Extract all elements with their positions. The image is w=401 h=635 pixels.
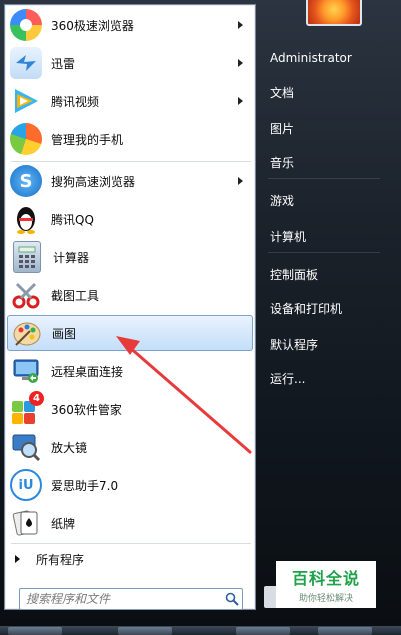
program-item-label: 画图	[52, 326, 77, 341]
taskbar-button[interactable]	[318, 627, 372, 635]
submenu-arrow-icon	[238, 177, 243, 185]
taskbar-button[interactable]	[236, 627, 290, 635]
360-software-manager-icon: 4	[10, 391, 44, 425]
program-item-label: 腾讯视频	[51, 94, 100, 109]
start-menu-programs-panel: 360极速浏览器 迅雷 腾讯视频 管理我的手机 S 搜狗高速浏览器 腾讯QQ 计…	[4, 4, 256, 610]
watermark-logo: 百科全说 助你轻松解决	[276, 561, 376, 608]
program-item-paint[interactable]: 画图	[7, 315, 253, 351]
right-item-documents[interactable]: 文档	[262, 80, 302, 104]
taskbar	[0, 626, 401, 635]
program-item-xunlei[interactable]: 迅雷	[7, 45, 253, 81]
360-browser-icon	[10, 9, 42, 41]
right-item-music[interactable]: 音乐	[262, 150, 302, 174]
right-item-run[interactable]: 运行...	[262, 366, 313, 390]
right-item-label: 游戏	[270, 193, 295, 208]
right-item-computer[interactable]: 计算机	[262, 224, 314, 248]
right-item-control-panel[interactable]: 控制面板	[262, 262, 326, 286]
program-item-360-browser[interactable]: 360极速浏览器	[7, 7, 253, 43]
i4-assistant-icon: iU	[10, 469, 42, 501]
taskbar-button[interactable]	[118, 627, 172, 635]
watermark-subtitle: 助你轻松解决	[298, 594, 353, 604]
right-item-label: 默认程序	[270, 337, 319, 352]
xunlei-bird-icon	[10, 47, 42, 79]
program-item-label: 搜狗高速浏览器	[51, 174, 136, 189]
program-item-label: 迅雷	[51, 56, 76, 71]
qq-penguin-icon	[10, 203, 42, 235]
program-item-label: 远程桌面连接	[51, 364, 124, 379]
user-avatar[interactable]	[306, 0, 362, 26]
program-item-label: 腾讯QQ	[51, 212, 94, 227]
shutdown-button[interactable]	[264, 586, 276, 608]
program-item-snipping-tool[interactable]: 截图工具	[7, 277, 253, 313]
menu-separator	[11, 161, 251, 162]
program-item-qq[interactable]: 腾讯QQ	[7, 201, 253, 237]
start-search-box[interactable]	[19, 588, 243, 610]
expand-triangle-icon	[15, 555, 20, 563]
program-item-solitaire[interactable]: 纸牌	[7, 505, 253, 541]
update-count-badge: 4	[29, 391, 44, 406]
search-input[interactable]	[20, 590, 222, 608]
submenu-arrow-icon	[238, 59, 243, 67]
program-item-label: 360软件管家	[51, 402, 122, 417]
right-item-games[interactable]: 游戏	[262, 188, 302, 212]
right-separator	[268, 252, 380, 253]
calculator-icon	[13, 241, 41, 273]
program-item-label: 爱思助手7.0	[51, 478, 119, 493]
submenu-arrow-icon	[238, 97, 243, 105]
taskbar-button[interactable]	[8, 627, 62, 635]
right-item-label: 运行...	[270, 371, 306, 386]
right-item-pictures[interactable]: 图片	[262, 116, 302, 140]
search-icon[interactable]	[222, 589, 242, 609]
program-item-calculator[interactable]: 计算器	[7, 239, 253, 275]
right-item-devices-printers[interactable]: 设备和打印机	[262, 296, 350, 320]
right-item-default-programs[interactable]: 默认程序	[262, 332, 326, 356]
program-item-magnifier[interactable]: 放大镜	[7, 429, 253, 465]
sogou-browser-icon: S	[10, 165, 42, 197]
program-item-tencent-video[interactable]: 腾讯视频	[7, 83, 253, 119]
right-item-label: 设备和打印机	[270, 301, 343, 316]
right-item-label: 控制面板	[270, 267, 319, 282]
paint-palette-icon	[11, 317, 43, 349]
tencent-video-play-icon	[10, 85, 42, 117]
program-item-label: 纸牌	[51, 516, 76, 531]
program-item-i4-assistant[interactable]: iU 爱思助手7.0	[7, 467, 253, 503]
program-item-label: 管理我的手机	[51, 132, 124, 147]
solitaire-cards-icon	[10, 507, 42, 539]
program-item-label: 截图工具	[51, 288, 100, 303]
right-item-label: 文档	[270, 85, 295, 100]
magnifier-icon	[10, 431, 42, 463]
all-programs-label: 所有程序	[36, 552, 85, 567]
snipping-scissors-icon	[10, 279, 42, 311]
remote-desktop-icon	[10, 355, 42, 387]
right-item-label: Administrator	[270, 51, 352, 65]
program-item-remote-desktop[interactable]: 远程桌面连接	[7, 353, 253, 389]
right-item-label: 图片	[270, 121, 295, 136]
program-item-sogou-browser[interactable]: S 搜狗高速浏览器	[7, 163, 253, 199]
program-item-360-software-manager[interactable]: 4 360软件管家	[7, 391, 253, 427]
all-programs-button[interactable]: 所有程序	[15, 549, 84, 569]
program-item-label: 放大镜	[51, 440, 88, 455]
program-item-phone-manager[interactable]: 管理我的手机	[7, 121, 253, 157]
right-item-user[interactable]: Administrator	[262, 46, 360, 70]
watermark-title: 百科全说	[291, 569, 360, 588]
right-item-label: 音乐	[270, 155, 295, 170]
menu-separator	[11, 543, 251, 544]
program-item-label: 计算器	[53, 250, 90, 265]
right-separator	[268, 178, 380, 179]
program-item-label: 360极速浏览器	[51, 18, 134, 33]
submenu-arrow-icon	[238, 21, 243, 29]
phone-manager-icon	[10, 123, 42, 155]
right-item-label: 计算机	[270, 229, 307, 244]
